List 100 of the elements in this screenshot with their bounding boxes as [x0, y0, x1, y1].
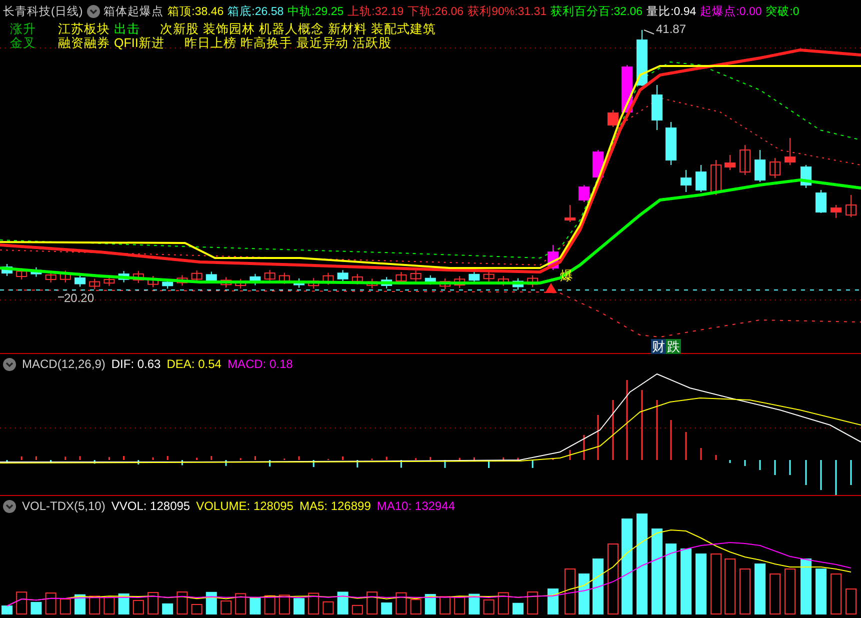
volume-bar [592, 558, 604, 614]
volume-bar [410, 599, 422, 614]
concept-tag: 次新股 [160, 22, 199, 36]
volume-bar [454, 596, 466, 614]
volume-bar [104, 596, 115, 614]
candlestick [636, 30, 648, 86]
volume-bar [191, 604, 202, 614]
concept-tag: 装饰园林 [203, 22, 255, 36]
candlestick [666, 122, 676, 166]
volume-bar [396, 592, 407, 614]
indicator-value: 箱底:26.58 [228, 4, 284, 18]
volume-bar [548, 588, 558, 614]
candlestick [250, 273, 261, 286]
concept-tag: 昨日上榜 [184, 36, 236, 50]
volume-bar [250, 597, 261, 614]
candlestick [564, 204, 576, 222]
volume-bar [220, 600, 232, 614]
volume-bar [235, 593, 246, 614]
indicator-value: 下轨:26.06 [408, 4, 464, 18]
volume-bar [74, 594, 86, 614]
candlestick [60, 270, 71, 283]
volume-bar [512, 602, 524, 614]
candlestick [352, 273, 363, 285]
candlestick [89, 278, 100, 290]
indicator-value: 起爆点:0.00 [700, 4, 762, 18]
concept-tag: 装配式建筑 [371, 22, 436, 36]
indicator-value: 中轨:29.25 [288, 4, 344, 18]
volume-bar [352, 604, 363, 614]
volume-bar [60, 598, 71, 614]
stock-title: 长青科技(日线) [3, 4, 83, 18]
volume-bar [498, 592, 509, 614]
candlestick [527, 274, 538, 288]
volume-bar [132, 600, 144, 614]
candlestick [308, 278, 320, 290]
candlestick [830, 204, 842, 218]
volume-bar [696, 554, 706, 614]
volume-bar [564, 568, 576, 614]
candlestick [337, 270, 348, 282]
concept-tag: 昨高换手 [240, 36, 292, 50]
candlestick [740, 144, 750, 176]
volume-bar [322, 601, 334, 614]
indicator-value: MA10: 132944 [376, 499, 455, 513]
candlestick [381, 276, 392, 289]
indicator-name: MACD(12,26,9) [22, 357, 106, 371]
candlestick [724, 154, 736, 170]
chevron-down-icon[interactable] [3, 500, 16, 512]
candlestick [770, 158, 780, 178]
volume-bar [680, 548, 692, 614]
volume-bar [45, 592, 56, 614]
volume-bar [89, 596, 100, 614]
indicator-value: 突破:0 [766, 4, 800, 18]
volume-bar [754, 564, 766, 614]
candlestick [176, 274, 188, 286]
candlestick [132, 270, 144, 284]
candlestick [498, 276, 509, 286]
indicator-value: 获利90%:31.31 [468, 4, 547, 18]
candlestick [454, 276, 466, 288]
volume-bar [424, 594, 436, 614]
candlestick [652, 84, 662, 130]
candlestick [264, 270, 276, 283]
candlestick [45, 272, 56, 283]
indicator-value: DEA: 0.54 [166, 357, 222, 371]
concept-tag: 活跃股 [352, 36, 392, 50]
concept-tag: 新材料 [328, 22, 367, 36]
candlestick [74, 274, 86, 288]
indicator-value: 量比:0.94 [646, 4, 696, 18]
volume-bar [16, 592, 28, 614]
candlestick [483, 270, 494, 282]
indicator-value: MACD: 0.18 [227, 357, 293, 371]
candlestick [322, 272, 334, 286]
chevron-down-icon[interactable] [86, 4, 100, 18]
volume-bar [2, 606, 12, 614]
volume-bar [264, 595, 276, 614]
candlestick [754, 150, 766, 182]
concept-tag: 出击 [114, 22, 140, 36]
volume-bar [176, 592, 188, 614]
candlestick [578, 184, 590, 202]
candlestick [440, 278, 450, 290]
candlestick [30, 266, 42, 278]
candlestick [148, 276, 158, 288]
concept-tag: 江苏板块 [58, 22, 110, 36]
volume-bar [724, 558, 736, 614]
indicator-value: 获利百分百:32.06 [550, 4, 643, 18]
concept-tag: 最近异动 [296, 36, 348, 50]
chevron-down-icon[interactable] [3, 358, 16, 370]
volume-bar [337, 592, 348, 614]
signal-badge: 跌 [666, 339, 681, 354]
candlestick [696, 164, 706, 192]
price-label: 41.87 [656, 22, 686, 36]
indicator-value: MA5: 126899 [299, 499, 371, 513]
signal-triangle-icon [545, 283, 557, 293]
candlestick [396, 271, 407, 284]
price-label: 20.20 [64, 291, 94, 305]
volume-bar [366, 592, 378, 614]
candlestick [410, 270, 422, 282]
signal-badge: 财 [651, 339, 666, 354]
candlestick [235, 278, 246, 290]
volume-bar [162, 603, 174, 614]
volume-bar [578, 574, 590, 614]
volume-bar [830, 574, 842, 614]
